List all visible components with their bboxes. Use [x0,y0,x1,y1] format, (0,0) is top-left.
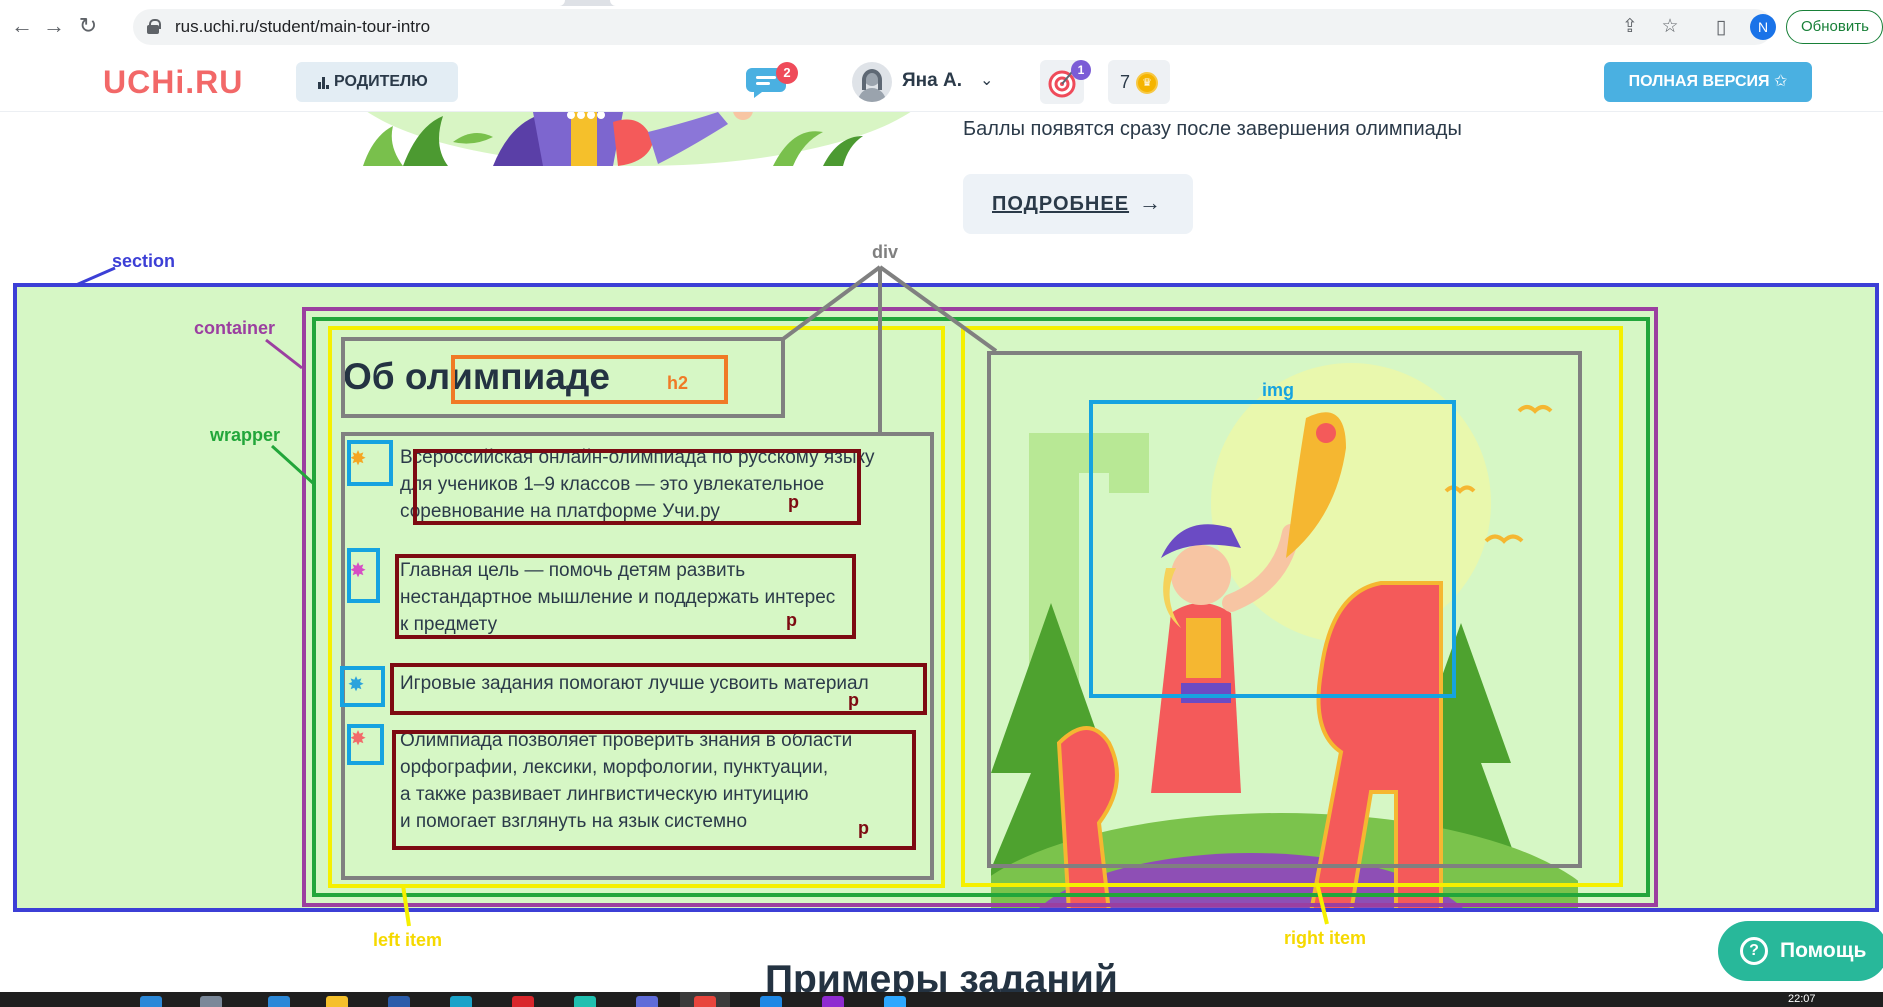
taskbar-app-icon[interactable] [326,996,348,1007]
taskbar-clock: 22:07 [1788,993,1816,1005]
more-button-label: ПОДРОБНЕЕ [992,193,1130,215]
taskbar-app-icon[interactable] [574,996,596,1007]
taskbar-app-icon[interactable] [694,996,716,1007]
right-item-label: right item [1284,928,1367,948]
coins-count: 7 [1120,72,1131,92]
achievements-badge: 1 [1071,60,1091,80]
help-label: Помощь [1780,939,1867,962]
p-label: p [858,818,869,838]
profile-avatar[interactable]: N [1750,14,1776,40]
taskbar [0,992,1883,1007]
section-label: section [112,251,176,271]
p-outline [392,730,916,850]
full-version-button[interactable]: ПОЛНАЯ ВЕРСИЯ ✩ [1604,62,1812,102]
left-item-label: left item [373,930,443,950]
taskbar-app-icon[interactable] [388,996,410,1007]
bullet-img-outline [347,724,384,765]
site-header: UCHi.RU РОДИТЕЛЮ 2 Яна А. ⌄ 1 7 ♛ ПОЛНАЯ… [0,54,1883,112]
user-name[interactable]: Яна А. [902,70,962,92]
update-button[interactable]: Обновить [1786,10,1883,44]
question-icon: ? [1740,937,1768,965]
site-logo[interactable]: UCHi.RU [103,64,243,101]
side-panel-icon[interactable]: ▯ [1711,18,1731,38]
arrow-right-icon: → [1139,190,1161,215]
bullet-img-outline [340,666,385,707]
taskbar-app-icon[interactable] [268,996,290,1007]
address-bar[interactable]: rus.uchi.ru/student/main-tour-intro ⇪ ☆ [133,9,1773,45]
share-icon[interactable]: ⇪ [1620,17,1640,37]
p-outline [390,663,927,715]
p-label: p [786,610,797,630]
bookmark-star-icon[interactable]: ☆ [1660,17,1680,37]
p-label: p [788,492,799,512]
p-label: p [848,690,859,710]
bullet-img-outline [347,440,393,486]
taskbar-app-icon[interactable] [884,996,906,1007]
taskbar-app-icon[interactable] [200,996,222,1007]
p-outline [413,449,861,525]
taskbar-app-icon[interactable] [450,996,472,1007]
parent-button[interactable]: РОДИТЕЛЮ [296,62,458,102]
img-label: img [1262,380,1295,400]
taskbar-app-icon[interactable] [140,996,162,1007]
avatar[interactable] [852,62,892,102]
tab-strip [0,0,1883,6]
hero-illustration [343,112,935,166]
forward-icon[interactable]: → [40,12,68,40]
lock-icon [147,19,161,34]
more-button[interactable]: ПОДРОБНЕЕ → [963,174,1193,234]
score-note: Баллы появятся сразу после завершения ол… [963,118,1462,140]
taskbar-app-icon[interactable] [822,996,844,1007]
container-label: container [194,318,276,338]
coins-button[interactable]: 7 ♛ [1108,60,1170,104]
parent-button-label: РОДИТЕЛЮ [334,73,428,90]
back-icon[interactable]: ← [8,12,36,40]
h2-label: h2 [667,373,689,393]
bullet-img-outline [347,548,380,603]
url-text[interactable]: rus.uchi.ru/student/main-tour-intro [175,17,430,37]
taskbar-app-icon[interactable] [760,996,782,1007]
div-label: div [872,242,899,262]
stats-icon [318,75,330,89]
taskbar-app-icon[interactable] [636,996,658,1007]
reload-icon[interactable]: ↻ [74,12,102,40]
taskbar-app-icon[interactable] [512,996,534,1007]
chat-badge: 2 [776,62,798,84]
img-outline [1089,400,1456,698]
wrapper-label: wrapper [210,425,281,445]
chevron-down-icon[interactable]: ⌄ [980,70,993,90]
help-button[interactable]: ? Помощь [1718,921,1883,981]
crown-coin-icon: ♛ [1136,72,1158,94]
